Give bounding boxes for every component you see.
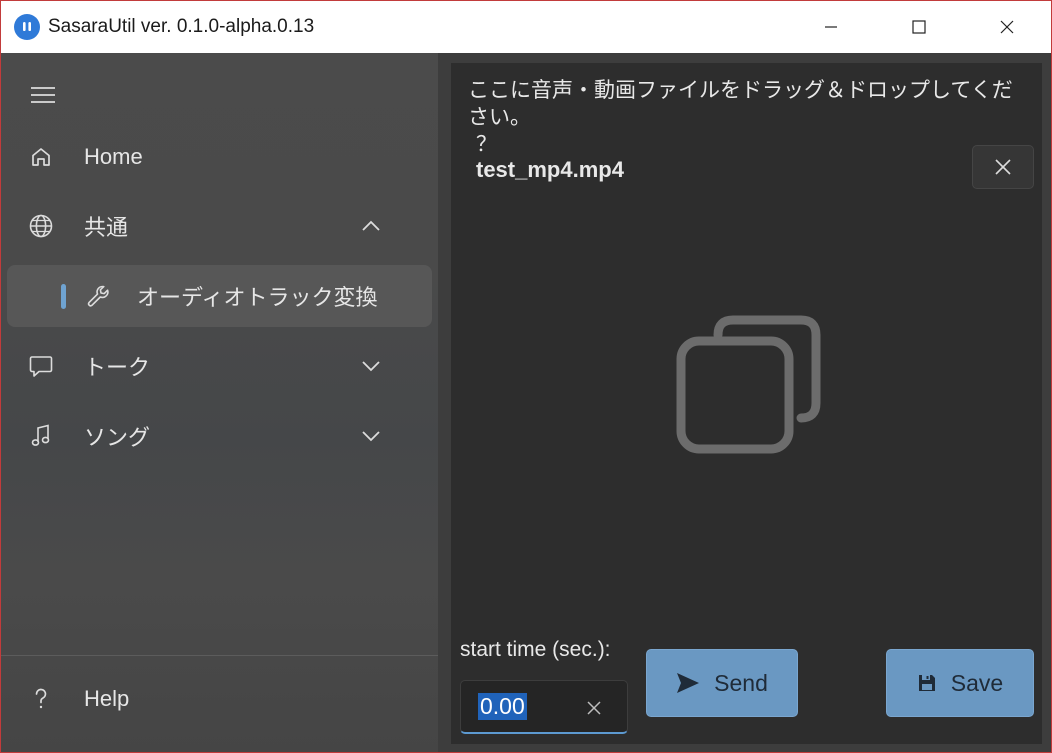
sidebar-item-help[interactable]: Help: [7, 668, 432, 730]
instruction-help-mark: ？: [476, 132, 497, 156]
drop-instruction: ここに音声・動画ファイルをドラッグ＆ドロップしてください。 ？: [468, 77, 1028, 158]
close-icon: [1000, 20, 1014, 34]
question-icon: [27, 685, 55, 713]
chat-icon: [27, 352, 55, 380]
sidebar-item-song[interactable]: ソング: [7, 405, 432, 467]
globe-icon: [27, 212, 55, 240]
copy-files-icon: [676, 315, 821, 454]
close-icon: [995, 159, 1011, 175]
app-logo-icon: [14, 14, 40, 40]
save-button-label: Save: [950, 669, 1004, 696]
close-window-button[interactable]: [963, 1, 1051, 53]
sidebar-item-label: ソング: [84, 425, 151, 450]
selection-indicator: [61, 284, 66, 309]
sidebar-item-label: オーディオトラック変換: [137, 285, 378, 310]
sidebar-item-label: Help: [84, 686, 130, 711]
start-time-value[interactable]: 0.00: [478, 693, 527, 720]
maximize-icon: [912, 20, 926, 34]
title-bar[interactable]: SasaraUtil ver. 0.1.0-alpha.0.13: [1, 1, 1051, 53]
minimize-button[interactable]: [787, 1, 875, 53]
minimize-icon: [825, 26, 837, 28]
wrench-icon: [84, 282, 112, 310]
sidebar-item-audio-track-convert[interactable]: オーディオトラック変換: [7, 265, 432, 327]
send-button[interactable]: Send: [646, 649, 798, 717]
sidebar-item-common[interactable]: 共通: [7, 195, 432, 257]
music-note-icon: [27, 422, 55, 450]
navigation-sidebar: Home 共通 オーディオトラック変換 トーク ソング Help: [1, 53, 438, 752]
home-icon: [27, 143, 55, 171]
hamburger-menu-button[interactable]: [29, 83, 57, 107]
sidebar-item-label: 共通: [84, 215, 129, 240]
close-icon: [587, 701, 601, 715]
send-icon: [677, 673, 700, 693]
window-controls: [787, 1, 1051, 53]
app-window: SasaraUtil ver. 0.1.0-alpha.0.13 Home 共通…: [0, 0, 1052, 753]
start-time-input[interactable]: 0.00: [460, 680, 628, 734]
window-title: SasaraUtil ver. 0.1.0-alpha.0.13: [48, 16, 315, 37]
remove-file-button[interactable]: [972, 145, 1034, 189]
save-icon: [918, 675, 935, 691]
save-button[interactable]: Save: [886, 649, 1034, 717]
send-button-label: Send: [714, 669, 768, 696]
chevron-down-icon[interactable]: [357, 422, 385, 450]
start-time-label: start time (sec.):: [460, 638, 611, 661]
hamburger-icon: [31, 87, 55, 103]
chevron-down-icon[interactable]: [357, 352, 385, 380]
instruction-text: ここに音声・動画ファイルをドラッグ＆ドロップしてください。: [468, 78, 1013, 129]
sidebar-item-label: トーク: [84, 355, 151, 380]
drop-zone-panel[interactable]: ここに音声・動画ファイルをドラッグ＆ドロップしてください。 ？ test_mp4…: [451, 63, 1042, 744]
chevron-up-icon[interactable]: [357, 212, 385, 240]
sidebar-item-talk[interactable]: トーク: [7, 335, 432, 397]
clear-input-button[interactable]: [583, 697, 605, 719]
maximize-button[interactable]: [875, 1, 963, 53]
sidebar-item-label: Home: [84, 144, 143, 169]
sidebar-item-home[interactable]: Home: [7, 126, 432, 188]
file-name: test_mp4.mp4: [476, 157, 624, 182]
sidebar-divider: [1, 655, 438, 656]
